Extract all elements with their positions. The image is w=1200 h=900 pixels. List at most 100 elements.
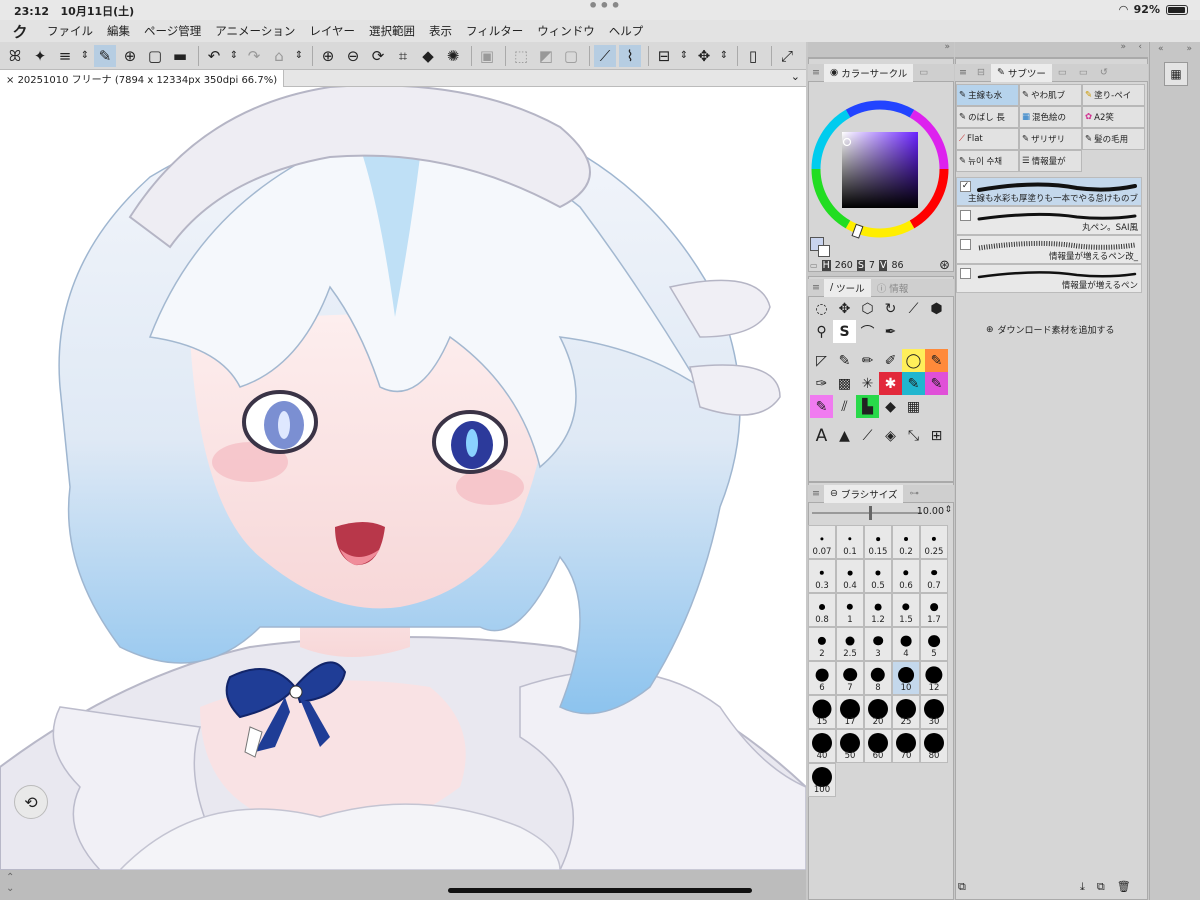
menu-file[interactable]: ファイル: [40, 23, 100, 39]
eyedropper-icon[interactable]: ⟋: [902, 297, 925, 320]
home-indicator[interactable]: [448, 888, 752, 893]
zoom-in-icon[interactable]: ⊕: [317, 45, 339, 67]
brush-size-preset[interactable]: 3: [864, 627, 892, 661]
menu-layer[interactable]: レイヤー: [302, 23, 362, 39]
stepper-icon[interactable]: ⇕: [944, 505, 952, 515]
subtool-group[interactable]: ✎ 뉴이 수채: [956, 150, 1019, 172]
marker-icon[interactable]: ✐: [879, 349, 902, 372]
menu-edit[interactable]: 編集: [100, 23, 137, 39]
tab-brush[interactable]: ▭: [1052, 65, 1073, 80]
rotate-icon[interactable]: ⟳: [367, 45, 389, 67]
zoom-icon[interactable]: ⚲: [810, 320, 833, 343]
subtool-group[interactable]: ☰ 情報量が: [1019, 150, 1082, 172]
edit-pen-icon[interactable]: ✎: [94, 44, 116, 67]
brush-item[interactable]: 丸ペン。SAI風: [956, 206, 1142, 235]
subtool-footer-icon[interactable]: ⧉: [958, 880, 966, 894]
panel-menu-icon[interactable]: ≡: [808, 67, 824, 78]
sparkle-brush-icon[interactable]: ✳: [856, 372, 879, 395]
brush-size-preset[interactable]: 80: [920, 729, 948, 763]
green-fill-icon[interactable]: ▙: [856, 395, 879, 418]
brush-size-preset[interactable]: 1: [836, 593, 864, 627]
brush-size-preset[interactable]: 0.1: [836, 525, 864, 559]
brush-size-preset[interactable]: 1.2: [864, 593, 892, 627]
lasso-icon[interactable]: ◌: [810, 297, 833, 320]
tab-tool[interactable]: / ツール: [823, 278, 871, 297]
chevron-down-icon[interactable]: ⌄: [791, 70, 800, 83]
deselect-icon[interactable]: ⬚: [510, 45, 532, 67]
fill-bucket-icon[interactable]: ◆: [417, 45, 439, 67]
brush-checkbox[interactable]: ✓: [960, 181, 971, 192]
updown-arrow-icon[interactable]: ⇕: [718, 45, 730, 67]
red-star-icon[interactable]: ✱: [879, 372, 902, 395]
subtool-group[interactable]: ⟋ Flat: [956, 128, 1019, 150]
invert-selection-icon[interactable]: ◩: [535, 45, 557, 67]
brush-item[interactable]: 情報量が増えるペン: [956, 264, 1142, 293]
brush-item[interactable]: ✓ 主線も水彩も厚塗りも一本でやる怠けものブ: [956, 177, 1142, 206]
collapse-panel-icon[interactable]: »: [944, 42, 950, 52]
brush-size-preset[interactable]: 0.6: [892, 559, 920, 593]
undo-icon[interactable]: ↶: [203, 45, 225, 67]
curve-icon[interactable]: ⌒: [856, 320, 879, 343]
subtool-group[interactable]: ✎ 主線も水: [956, 84, 1019, 106]
brush-size-preset[interactable]: 1.5: [892, 593, 920, 627]
menu-filter[interactable]: フィルター: [459, 23, 530, 39]
import-icon[interactable]: ⤓: [1080, 880, 1085, 894]
open-folder-icon[interactable]: ▬: [169, 45, 191, 67]
brush-size-preset[interactable]: 0.15: [864, 525, 892, 559]
add-file-icon[interactable]: ▢: [144, 45, 166, 67]
pen-tool-icon[interactable]: ✎: [833, 349, 856, 372]
expand-icon[interactable]: ⤢: [776, 45, 798, 67]
brush-size-preset[interactable]: 4: [892, 627, 920, 661]
hamburger-menu-icon[interactable]: ≡: [54, 45, 76, 67]
clip-studio-logo-icon[interactable]: ク: [0, 21, 40, 42]
tab-undo[interactable]: ↺: [1094, 65, 1114, 80]
menu-view[interactable]: 表示: [422, 23, 459, 39]
menu-page[interactable]: ページ管理: [137, 23, 208, 39]
brush-size-preset[interactable]: 30: [920, 695, 948, 729]
trash-icon[interactable]: 🗑: [1117, 880, 1131, 894]
rotate-canvas-button[interactable]: ⟲: [14, 785, 48, 819]
teal-pen-icon[interactable]: ✎: [902, 372, 925, 395]
brush-size-preset[interactable]: 0.7: [920, 559, 948, 593]
subtool-group[interactable]: ✿ A2笑: [1082, 106, 1145, 128]
loading-spinner-icon[interactable]: ✺: [442, 45, 464, 67]
brush-size-preset[interactable]: 0.4: [836, 559, 864, 593]
smartphone-icon[interactable]: ▯: [742, 45, 764, 67]
document-tab[interactable]: × 20251010 フリーナ (7894 x 12334px 350dpi 6…: [0, 69, 285, 87]
blend-icon[interactable]: ▩: [833, 372, 856, 395]
subtool-group[interactable]: ✎ 塗り-ペイ: [1082, 84, 1145, 106]
brush-size-slider[interactable]: 10.00 ⇕: [812, 505, 952, 520]
collapse-panel-icon[interactable]: »: [1120, 42, 1126, 52]
tab-brush-size[interactable]: ⊖ ブラシサイズ: [823, 484, 904, 503]
brush-size-preset[interactable]: 8: [864, 661, 892, 695]
redo-icon[interactable]: ↷: [243, 45, 265, 67]
brush-size-preset[interactable]: 5: [920, 627, 948, 661]
tab-subtool[interactable]: ✎ サブツー: [990, 63, 1052, 82]
snake-s-icon[interactable]: S: [833, 320, 856, 343]
menu-selection[interactable]: 選択範囲: [362, 23, 422, 39]
magenta-eraser-icon[interactable]: ✎: [810, 395, 833, 418]
brush-size-preset[interactable]: 0.2: [892, 525, 920, 559]
pink-pen-icon[interactable]: ✎: [925, 372, 948, 395]
frame-icon[interactable]: ⊞: [925, 424, 948, 447]
subtool-group[interactable]: ✎ やわ肌ブ: [1019, 84, 1082, 106]
rotate-view-icon[interactable]: ↻: [879, 297, 902, 320]
brush-size-preset[interactable]: 70: [892, 729, 920, 763]
brush-size-preset[interactable]: 15: [808, 695, 836, 729]
fill-icon[interactable]: ◆: [879, 395, 902, 418]
brush-size-preset[interactable]: 12: [920, 661, 948, 695]
ribbon-icon[interactable]: ꕤ: [4, 45, 26, 67]
workspace-icon[interactable]: ⊟: [653, 45, 675, 67]
sparkle-icon[interactable]: ✦: [29, 45, 51, 67]
menu-window[interactable]: ウィンドウ: [530, 23, 602, 39]
tab-toolprop[interactable]: ⊟: [971, 65, 991, 80]
tab-brush-density[interactable]: ⊶: [903, 486, 925, 501]
tab-info[interactable]: ⓘ 情報: [871, 279, 915, 297]
multitask-dots-icon[interactable]: •••: [588, 0, 622, 15]
brush-size-preset[interactable]: 0.3: [808, 559, 836, 593]
subtool-group[interactable]: ✎ ザリザリ: [1019, 128, 1082, 150]
panel-menu-icon[interactable]: ≡: [808, 488, 824, 499]
brush-snap-icon[interactable]: ⌇: [619, 44, 641, 67]
add-download-material-button[interactable]: ⊕ ダウンロード素材を追加する: [986, 323, 1115, 337]
brush-size-preset[interactable]: 60: [864, 729, 892, 763]
